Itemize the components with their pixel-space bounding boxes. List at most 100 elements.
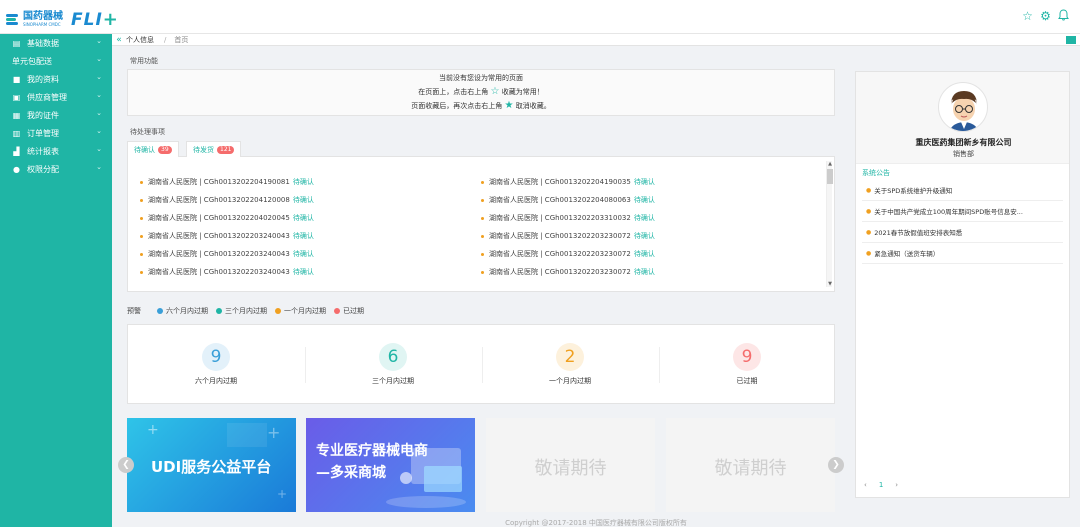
list-item[interactable]: 湖南省人民医院 | CGh0013202204120008 待确认 xyxy=(140,191,314,209)
sidebar-item-unit-delivery[interactable]: 单元包配送 ⌄ xyxy=(0,52,112,70)
list-item-status[interactable]: 待确认 xyxy=(293,267,314,277)
list-item[interactable]: 湖南省人民医院 | CGh0013202204020045 待确认 xyxy=(140,209,314,227)
list-item-status[interactable]: 待确认 xyxy=(634,195,655,205)
tab-to-ship[interactable]: 待发货 121 xyxy=(186,141,242,157)
logo-en-text: SINOPHARM CMDC xyxy=(23,22,61,27)
carousel-next-button[interactable]: ❯ xyxy=(828,457,844,473)
bullet-icon xyxy=(481,234,484,238)
scroll-up-icon[interactable]: ▲ xyxy=(827,161,833,167)
list-item-text: 湖南省人民医院 | CGh0013202203230072 xyxy=(489,268,631,276)
list-item[interactable]: 湖南省人民医院 | CGh0013202203240043 待确认 xyxy=(140,245,314,263)
common-hint-b: 收藏为常用！ xyxy=(501,88,544,96)
bullet-icon: ● xyxy=(866,207,872,215)
tab-label: 待确认 xyxy=(134,145,155,154)
sidebar-item-reports[interactable]: ▟ 统计报表 ⌄ xyxy=(0,142,112,160)
contacts-icon: ▣ xyxy=(12,92,21,102)
list-item[interactable]: 湖南省人民医院 | CGh0013202204190035 待确认 xyxy=(481,173,655,191)
notice-title: 系统公告 xyxy=(862,169,890,177)
top-header: 国药器械 SINOPHARM CMDC FLI + ☆ ⚙ xyxy=(0,0,1080,34)
sidebar-item-label: 供应商管理 xyxy=(27,92,67,102)
tab-to-confirm[interactable]: 待确认 39 xyxy=(127,141,179,157)
banner-coming-soon: 敬请期待 xyxy=(666,418,835,512)
notice-item[interactable]: ● 关于中国共产党成立100周年期间SPD账号信息安... xyxy=(862,201,1063,222)
warning-stats-panel: 9 六个月内过期 6 三个月内过期 2 一个月内过期 9 已过期 xyxy=(127,324,835,404)
list-item-status[interactable]: 待确认 xyxy=(293,195,314,205)
id-card-icon: ▦ xyxy=(12,110,21,120)
list-item[interactable]: 湖南省人民医院 | CGh0013202204190081 待确认 xyxy=(140,173,314,191)
star-icon[interactable]: ☆ xyxy=(1021,9,1034,24)
notice-item[interactable]: ● 2021春节放假值班安排表知悉 xyxy=(862,222,1063,243)
list-item-status[interactable]: 待确认 xyxy=(293,231,314,241)
sidebar-item-orders[interactable]: ▥ 订单管理 ⌄ xyxy=(0,124,112,142)
list-item[interactable]: 湖南省人民医院 | CGh0013202203230072 待确认 xyxy=(481,227,655,245)
svg-text:+: + xyxy=(277,487,287,501)
stat-three-months[interactable]: 6 三个月内过期 xyxy=(308,343,478,386)
banner-coming-soon: 敬请期待 xyxy=(486,418,655,512)
profile-panel: 重庆医药集团新乡有限公司 销售部 系统公告 ● 关于SPD系统维护升级通知 ● 关于… xyxy=(855,71,1070,498)
carousel-prev-button[interactable]: ❮ xyxy=(118,457,134,473)
list-item-status[interactable]: 待确认 xyxy=(634,267,655,277)
scroll-down-icon[interactable]: ▼ xyxy=(827,281,833,287)
list-item-status[interactable]: 待确认 xyxy=(634,249,655,259)
bell-icon[interactable] xyxy=(1057,9,1070,24)
count-badge: 121 xyxy=(217,145,235,154)
stat-one-month[interactable]: 2 一个月内过期 xyxy=(485,343,655,386)
stat-label: 六个月内过期 xyxy=(195,377,237,385)
legend-dot-icon xyxy=(334,308,340,314)
order-icon: ▥ xyxy=(12,128,21,138)
list-item[interactable]: 湖南省人民医院 | CGh0013202204080063 待确认 xyxy=(481,191,655,209)
bullet-icon xyxy=(140,180,143,184)
stat-expired[interactable]: 9 已过期 xyxy=(662,343,832,386)
list-item[interactable]: 湖南省人民医院 | CGh0013202203230072 待确认 xyxy=(481,263,655,281)
banner-mall[interactable]: 专业医疗器械电商 —多采商城 xyxy=(306,418,475,512)
notice-item[interactable]: ● 关于SPD系统维护升级通知 xyxy=(862,180,1063,201)
pager-prev-button[interactable]: ‹ xyxy=(864,481,867,489)
breadcrumb-home[interactable]: 首页 xyxy=(174,35,188,45)
fullscreen-icon[interactable] xyxy=(1066,36,1076,44)
list-item[interactable]: 湖南省人民医院 | CGh0013202203230072 待确认 xyxy=(481,245,655,263)
list-item-status[interactable]: 待确认 xyxy=(634,231,655,241)
sidebar-item-permissions[interactable]: ● 权限分配 ⌄ xyxy=(0,160,112,178)
avatar[interactable] xyxy=(938,82,988,132)
list-item-status[interactable]: 待确认 xyxy=(634,213,655,223)
pager-next-button[interactable]: › xyxy=(895,481,898,489)
sidebar-item-supplier[interactable]: ▣ 供应商管理 ⌄ xyxy=(0,88,112,106)
list-item-text: 湖南省人民医院 | CGh0013202204120008 xyxy=(148,196,290,204)
legend-label: 已过期 xyxy=(343,307,364,315)
list-item-status[interactable]: 待确认 xyxy=(293,213,314,223)
pending-scrollbar[interactable]: ▲ ▼ xyxy=(826,161,833,287)
notice-item[interactable]: ● 紧急通知（送货车辆） xyxy=(862,243,1063,264)
legend-dot-icon xyxy=(275,308,281,314)
chevron-down-icon: ⌄ xyxy=(96,73,102,81)
legend-item: 六个月内过期 xyxy=(157,306,208,316)
collapse-sidebar-icon[interactable]: « xyxy=(112,35,126,45)
list-item-text: 湖南省人民医院 | CGh0013202203230072 xyxy=(489,232,631,240)
sidebar-item-basic-data[interactable]: ▤ 基础数据 ⌄ xyxy=(0,34,112,52)
users-icon: ● xyxy=(13,164,20,174)
stat-value: 2 xyxy=(556,343,584,371)
sidebar-item-label: 我的资料 xyxy=(27,74,59,84)
breadcrumb-current[interactable]: 个人信息 xyxy=(126,35,154,45)
banner-udi[interactable]: + + + UDI服务公益平台 xyxy=(127,418,296,512)
list-item-status[interactable]: 待确认 xyxy=(293,177,314,187)
sidebar-item-my-profile[interactable]: ■ 我的资料 ⌄ xyxy=(0,70,112,88)
gear-icon[interactable]: ⚙ xyxy=(1039,9,1052,24)
list-item-status[interactable]: 待确认 xyxy=(634,177,655,187)
list-item[interactable]: 湖南省人民医院 | CGh0013202203240043 待确认 xyxy=(140,263,314,281)
bullet-icon xyxy=(140,234,143,238)
stat-label: 一个月内过期 xyxy=(549,377,591,385)
stat-six-months[interactable]: 9 六个月内过期 xyxy=(131,343,301,386)
scroll-thumb[interactable] xyxy=(827,169,833,184)
list-item-status[interactable]: 待确认 xyxy=(293,249,314,259)
list-item[interactable]: 湖南省人民医院 | CGh0013202203310032 待确认 xyxy=(481,209,655,227)
pager-page-number[interactable]: 1 xyxy=(879,481,883,489)
footer-copyright: Copyright @2017-2018 中国医疗器械有限公司版权所有 xyxy=(505,519,687,527)
list-item[interactable]: 湖南省人民医院 | CGh0013202203240043 待确认 xyxy=(140,227,314,245)
logo[interactable]: 国药器械 SINOPHARM CMDC FLI + xyxy=(6,9,118,30)
banner-udi-text: UDI服务公益平台 xyxy=(151,458,272,476)
chart-icon: ▟ xyxy=(13,146,20,156)
company-name: 重庆医药集团新乡有限公司 xyxy=(915,138,1012,147)
warning-title: 预警 xyxy=(127,307,141,315)
chevron-down-icon: ⌄ xyxy=(96,55,102,63)
sidebar-item-certificates[interactable]: ▦ 我的证件 ⌄ xyxy=(0,106,112,124)
